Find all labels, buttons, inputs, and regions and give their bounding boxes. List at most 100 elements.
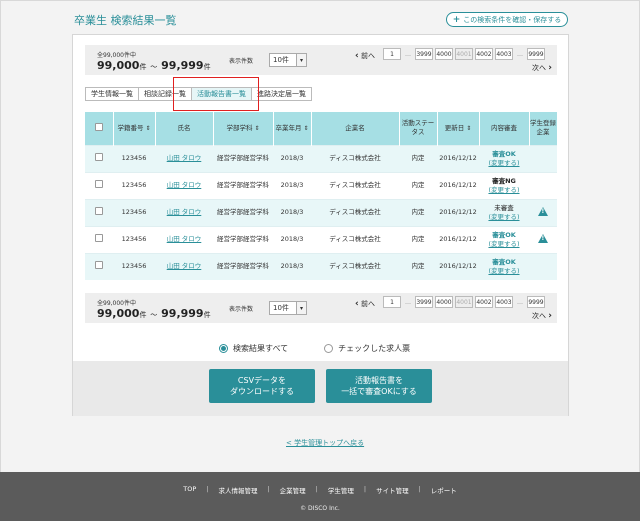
th-label: 卒業年月 [275,123,302,132]
cell-review: 審査OK (変更する) [479,252,529,280]
next-page-link[interactable]: 次へ › [532,63,552,73]
change-review-link[interactable]: (変更する) [479,159,529,168]
footer-link[interactable]: レポート [431,485,457,495]
change-review-link[interactable]: (変更する) [479,186,529,195]
per-page-select[interactable]: 10件 ▾ [269,301,307,315]
row-select-cell[interactable] [85,252,113,280]
cell-name[interactable]: 山田 タロウ [155,171,213,199]
next-page-link[interactable]: 次へ › [532,311,552,321]
cell-name[interactable]: 山田 タロウ [155,144,213,172]
cell-name[interactable]: 山田 タロウ [155,225,213,253]
results-panel: 全99,000件中 99,000件 ～ 99,999件 表示件数 10件 ▾ ‹… [72,34,569,416]
footer-link[interactable]: 企業管理 [280,485,306,495]
footer-separator: | [315,485,318,493]
sort-icon[interactable]: ⇕ [254,125,259,132]
cell-review: 審査NG (変更する) [479,171,529,199]
page-button[interactable]: 4002 [475,296,493,308]
cell-name[interactable]: 山田 タロウ [155,252,213,280]
page-button[interactable]: 9999 [527,296,545,308]
bulk-approve-button[interactable]: 活動報告書を 一括で審査OKにする [326,369,432,403]
cell-company: ディスコ株式会社 [311,198,399,226]
th-registered-company: 学生登録企業 [529,112,558,145]
row-select-cell[interactable] [85,144,113,172]
prev-page-link[interactable]: ‹ 前へ [355,299,375,309]
page-button[interactable]: 4000 [435,296,453,308]
table-body: 123456 山田 タロウ 経営学部経営学科 2018/3 ディスコ株式会社 内定 2016… [85,144,557,280]
th-review: 内容審査 [479,112,530,145]
row-checkbox[interactable] [95,207,103,216]
th-activity-status: 活動ステータス [399,112,438,145]
chevron-down-icon: ▾ [296,54,306,66]
sort-icon[interactable]: ⇕ [303,125,308,132]
footer-link[interactable]: TOP [183,485,196,495]
save-search-button[interactable]: + この検索条件を確認・保存する [446,12,568,27]
row-select-cell[interactable] [85,225,113,253]
th-student-no[interactable]: 学籍番号 ⇕ [113,112,156,145]
plus-icon: + [452,14,461,25]
select-all-cell[interactable] [85,112,114,145]
back-to-student-top-link[interactable]: < 学生管理トップへ戻る [286,438,364,448]
csv-download-button[interactable]: CSVデータを ダウンロードする [209,369,315,403]
page-button[interactable]: 4000 [435,48,453,60]
page-button[interactable]: 3999 [415,296,433,308]
student-name-link[interactable]: 山田 タロウ [167,208,202,216]
page-button[interactable]: 4003 [495,48,513,60]
cell-name[interactable]: 山田 タロウ [155,198,213,226]
change-review-link[interactable]: (変更する) [479,213,529,222]
row-checkbox[interactable] [95,180,103,189]
prev-page-link[interactable]: ‹ 前へ [355,51,375,61]
sort-icon[interactable]: ⇕ [466,125,471,132]
page-button[interactable]: 1 [383,296,401,308]
student-name-link[interactable]: 山田 タロウ [167,181,202,189]
row-checkbox[interactable] [95,261,103,270]
chevron-left-icon: ‹ [355,299,359,309]
student-name-link[interactable]: 山田 タロウ [167,262,202,270]
page-button[interactable]: 4002 [475,48,493,60]
table-header-row: 学籍番号 ⇕ 氏名 学部学科 ⇕ 卒業年月 ⇕ 企業名 活動ステータス 更新日 ⇕ 内容… [85,112,558,145]
change-review-link[interactable]: (変更する) [479,267,529,276]
footer-link[interactable]: サイト管理 [376,485,409,495]
tab-0[interactable]: 学生情報一覧 [85,87,139,101]
student-name-link[interactable]: 山田 タロウ [167,235,202,243]
select-all-checkbox[interactable] [94,122,103,131]
row-select-cell[interactable] [85,171,113,199]
radio-checked-only[interactable]: チェックした求人票 [324,343,410,354]
th-grad-year[interactable]: 卒業年月 ⇕ [273,112,312,145]
radio-button[interactable] [324,344,334,353]
page-button[interactable]: 4003 [495,296,513,308]
page-button[interactable]: 1 [383,48,401,60]
range-unit: 件 [139,311,147,319]
row-checkbox[interactable] [95,234,103,243]
th-updated[interactable]: 更新日 ⇕ [437,112,480,145]
radio-all-results[interactable]: 検索結果すべて [219,343,288,354]
radio-button-selected[interactable] [219,344,228,353]
row-checkbox[interactable] [95,153,103,162]
change-review-link[interactable]: (変更する) [479,240,529,249]
cell-company: ディスコ株式会社 [311,225,399,253]
student-name-link[interactable]: 山田 タロウ [167,154,202,162]
cell-updated: 2016/12/12 [437,171,479,199]
table-row: 123456 山田 タロウ 経営学部経営学科 2018/3 ディスコ株式会社 内定 2016… [85,252,557,280]
cell-registered-company [529,198,557,226]
cell-student-no: 123456 [113,225,155,253]
page-button[interactable]: 9999 [527,48,545,60]
cell-updated: 2016/12/12 [437,252,479,280]
tab-3[interactable]: 進路決定届一覧 [252,87,312,101]
sort-icon[interactable]: ⇕ [145,125,150,132]
per-page-select[interactable]: 10件 ▾ [269,53,307,67]
radio-label: チェックした求人票 [338,344,411,353]
table-row: 123456 山田 タロウ 経営学部経営学科 2018/3 ディスコ株式会社 内定 2016… [85,144,557,172]
active-tab-highlight [173,77,259,111]
th-company: 企業名 [311,112,400,145]
footer-link[interactable]: 学生管理 [328,485,354,495]
btn-line: 一括で審査OKにする [341,387,417,396]
chevron-left-icon: ‹ [355,51,359,61]
footer-link[interactable]: 求人情報管理 [218,485,257,495]
cell-updated: 2016/12/12 [437,198,479,226]
cell-review: 未審査 (変更する) [479,198,529,226]
page-button[interactable]: 3999 [415,48,433,60]
cell-updated: 2016/12/12 [437,225,479,253]
per-page-value: 10件 [273,56,289,64]
row-select-cell[interactable] [85,198,113,226]
th-faculty[interactable]: 学部学科 ⇕ [213,112,274,145]
